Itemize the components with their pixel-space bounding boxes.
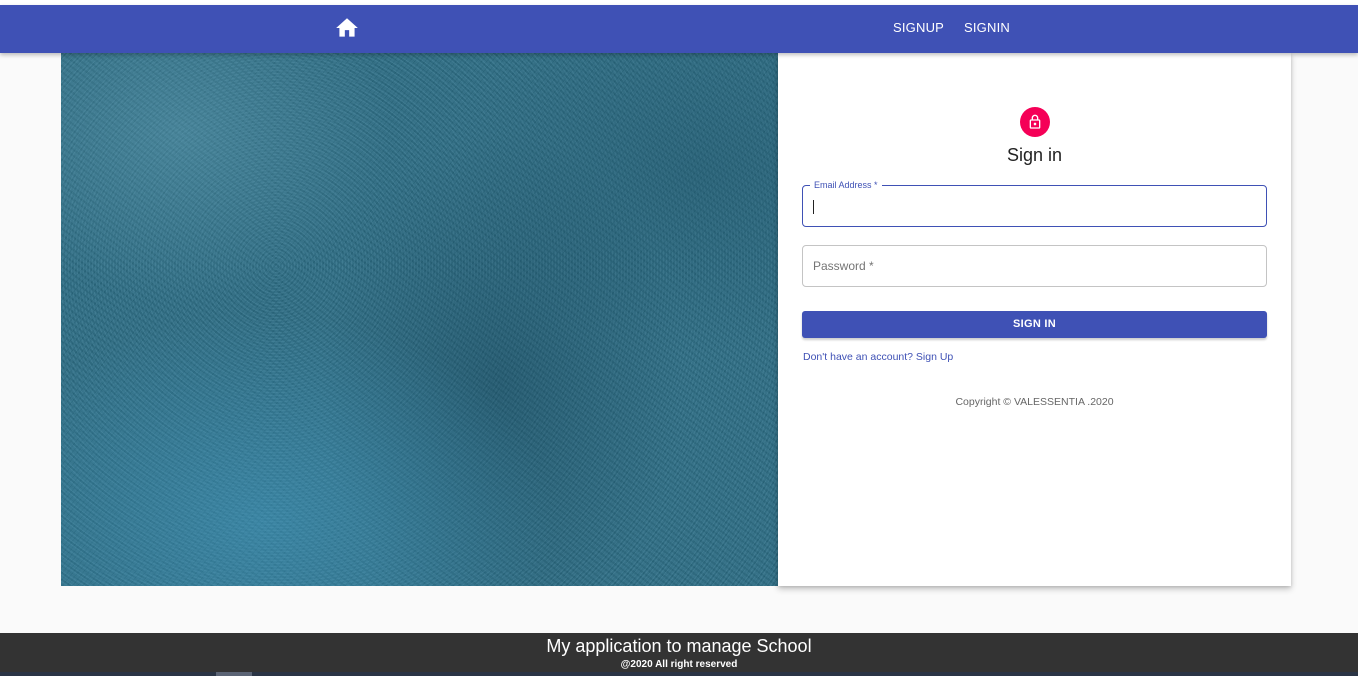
hero-texture-image xyxy=(61,53,778,586)
text-caret xyxy=(813,200,814,214)
copyright-text: Copyright © VALESSENTIA .2020 xyxy=(955,396,1114,408)
email-field[interactable]: Email Address * xyxy=(802,179,1267,227)
signin-panel: Sign in Email Address * Password * SIGN … xyxy=(778,53,1291,586)
lock-avatar xyxy=(1020,107,1050,137)
password-field[interactable]: Password * xyxy=(802,245,1267,287)
horizontal-scrollbar[interactable] xyxy=(0,672,1358,676)
lock-open-icon xyxy=(1029,114,1041,129)
nav-signup-link[interactable]: SIGNUP xyxy=(893,20,944,35)
email-input[interactable] xyxy=(813,186,1253,226)
signin-button[interactable]: SIGN IN xyxy=(802,311,1267,338)
footer-title: My application to manage School xyxy=(546,636,812,656)
page-title: Sign in xyxy=(1006,145,1063,165)
footer: My application to manage School @2020 Al… xyxy=(0,633,1358,676)
app-bar: SIGNUP SIGNIN xyxy=(0,5,1358,53)
signup-link[interactable]: Don't have an account? Sign Up xyxy=(803,351,953,363)
scrollbar-thumb[interactable] xyxy=(216,672,252,676)
home-icon[interactable] xyxy=(334,15,360,41)
footer-subtitle: @2020 All right reserved xyxy=(620,659,738,670)
password-input[interactable] xyxy=(813,246,1253,286)
nav-signin-link[interactable]: SIGNIN xyxy=(964,20,1010,35)
